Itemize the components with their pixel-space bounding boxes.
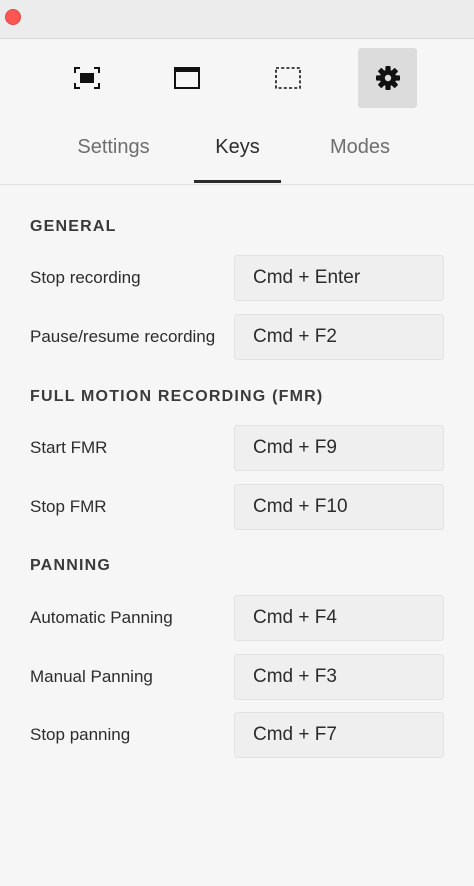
- shortcut-field[interactable]: Cmd + F10: [234, 484, 444, 530]
- shortcut-field[interactable]: Cmd + F4: [234, 595, 444, 641]
- shortcut-field[interactable]: Cmd + F2: [234, 314, 444, 360]
- tab-label: Settings: [77, 136, 150, 158]
- window-capture-icon: [174, 67, 200, 89]
- shortcut-label: Automatic Panning: [30, 608, 173, 627]
- shortcut-field[interactable]: Cmd + F3: [234, 654, 444, 700]
- fullscreen-capture-icon: [74, 67, 100, 89]
- shortcut-label: Manual Panning: [30, 667, 153, 686]
- shortcut-field[interactable]: Cmd + F7: [234, 712, 444, 758]
- shortcut-label: Stop FMR: [30, 497, 107, 516]
- tab-keys[interactable]: Keys: [194, 128, 281, 182]
- capture-toolbar: [0, 48, 474, 110]
- section-heading-general: GENERAL: [30, 218, 117, 235]
- tab-settings[interactable]: Settings: [60, 128, 167, 182]
- region-capture-button[interactable]: [258, 48, 318, 108]
- section-heading-panning: PANNING: [30, 557, 111, 574]
- active-tab-indicator: [194, 180, 281, 183]
- tab-modes[interactable]: Modes: [306, 128, 414, 182]
- shortcut-label: Start FMR: [30, 438, 108, 457]
- close-window-button[interactable]: [5, 9, 21, 25]
- shortcut-label: Pause/resume recording: [30, 327, 216, 346]
- gear-icon: [375, 66, 400, 90]
- window-capture-button[interactable]: [157, 48, 217, 108]
- title-bar: [0, 0, 474, 39]
- tab-label: Keys: [215, 136, 260, 158]
- fullscreen-capture-button[interactable]: [57, 48, 117, 108]
- tab-bar: Settings Keys Modes: [0, 128, 474, 185]
- section-heading-fmr: FULL MOTION RECORDING (FMR): [30, 388, 324, 405]
- settings-button[interactable]: [358, 48, 417, 108]
- shortcut-field[interactable]: Cmd + F9: [234, 425, 444, 471]
- shortcut-field[interactable]: Cmd + Enter: [234, 255, 444, 301]
- shortcut-label: Stop panning: [30, 725, 131, 744]
- region-capture-icon: [275, 67, 301, 89]
- tab-label: Modes: [329, 136, 391, 158]
- shortcut-label: Stop recording: [30, 268, 141, 287]
